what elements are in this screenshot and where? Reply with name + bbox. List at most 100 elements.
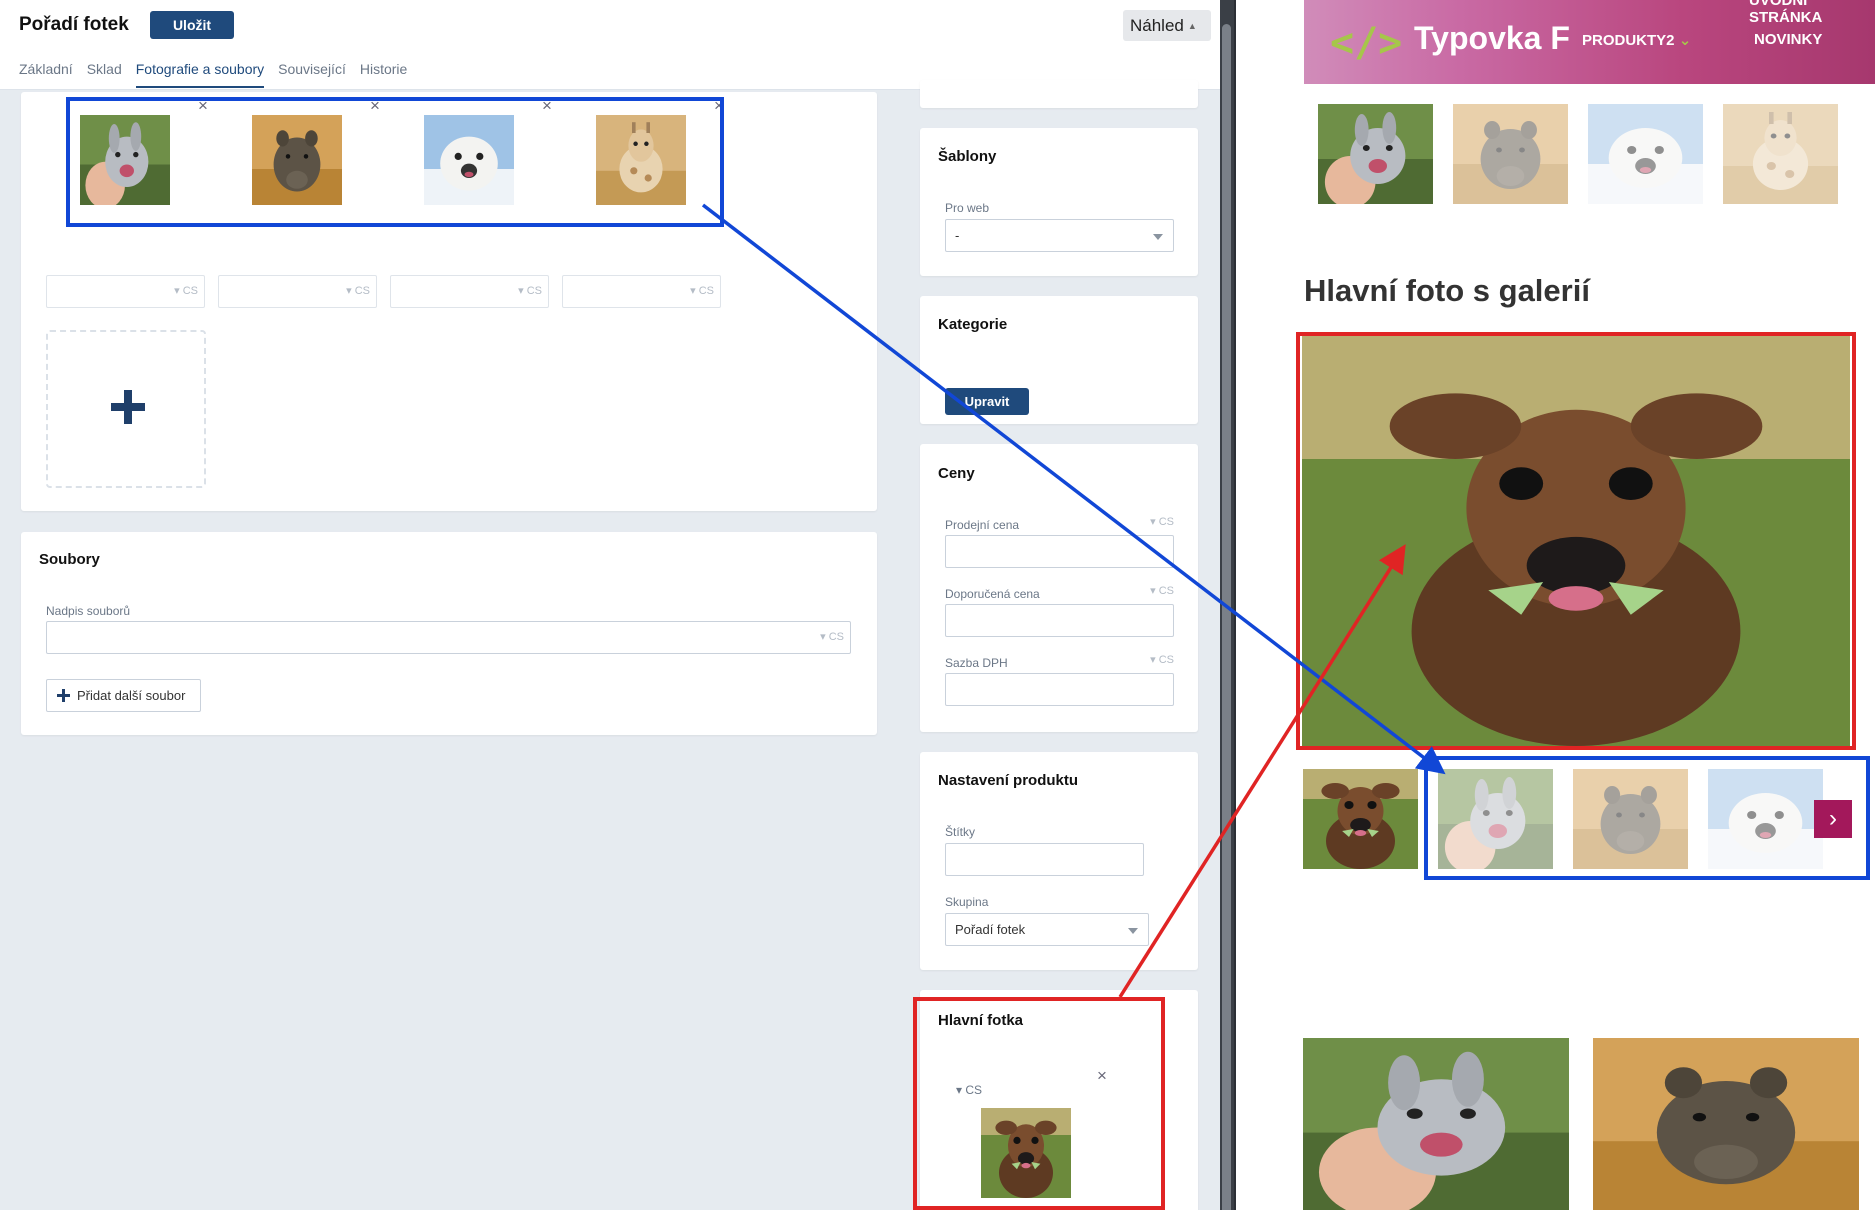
group-label: Skupina [945, 895, 989, 909]
lang-tag: ▾ CS [690, 285, 714, 297]
main-photo-thumb[interactable] [981, 1108, 1071, 1198]
templates-title: Šablony [938, 148, 997, 165]
files-title: Soubory [39, 551, 100, 568]
sale-price-label: Prodejní cena [945, 518, 1020, 532]
prices-title: Ceny [938, 465, 975, 482]
recommended-price-input[interactable] [945, 604, 1174, 637]
web-preview-pane: </> Typovka F ÚVODNÍ STRÁNKA PRODUKTY2 ⌄… [1236, 0, 1875, 1210]
scrollbar-thumb[interactable] [1222, 24, 1231, 1210]
add-file-label: Přidat další soubor [77, 688, 186, 703]
web-template-label: Pro web [945, 201, 990, 215]
tags-input[interactable] [945, 843, 1144, 876]
add-photo-dropzone[interactable] [46, 330, 206, 488]
product-photo-rabbit[interactable] [1303, 1038, 1569, 1210]
main-photo-panel: Hlavní fotka ▾ CS × [920, 990, 1198, 1210]
templates-panel: Šablony Pro web - [920, 128, 1198, 276]
group-value: Pořadí fotek [955, 922, 1026, 937]
add-file-button[interactable]: Přidat další soubor [46, 679, 201, 712]
tab-photos-files[interactable]: Fotografie a soubory [135, 61, 265, 88]
gallery-thumb-giraffe[interactable] [596, 115, 686, 205]
lang-tag-text: CS [182, 285, 198, 297]
lang-tag: ▾ CS [346, 285, 370, 297]
prices-panel: Ceny Prodejní cena ▾ CS Doporučená cena … [920, 444, 1198, 732]
group-select[interactable]: Pořadí fotek [945, 913, 1149, 946]
files-caption-input[interactable]: ▾ CS [46, 621, 851, 654]
product-photo-rhino[interactable] [1593, 1038, 1859, 1210]
main-photo-title: Hlavní fotka [938, 1012, 1024, 1029]
logo-code-icon: </> [1330, 20, 1403, 66]
gallery-caption-field[interactable]: ▾ CS [46, 275, 205, 308]
logo-text[interactable]: Typovka F [1414, 20, 1570, 57]
lang-tag: ▾ CS [820, 631, 844, 643]
tab-basic[interactable]: Základní [19, 61, 73, 88]
carousel-thumb-deer[interactable] [1303, 769, 1418, 869]
gallery-thumb-rhino[interactable] [252, 115, 342, 205]
carousel-thumb-seal[interactable] [1708, 769, 1823, 869]
product-settings-panel: Nastavení produktu Štítky Skupina Pořadí… [920, 752, 1198, 970]
save-button[interactable]: Uložit [150, 11, 234, 39]
web-template-select[interactable]: - [945, 219, 1174, 252]
preview-button[interactable]: Náhled ▲ [1123, 10, 1211, 41]
close-icon[interactable]: × [1097, 1066, 1107, 1086]
admin-pane: Pořadí fotek Uložit Náhled ▲ Základní Skl… [0, 0, 1220, 1210]
lang-tag-text: CS [965, 1083, 983, 1097]
web-navbar: </> Typovka F ÚVODNÍ STRÁNKA PRODUKTY2 ⌄… [1304, 0, 1875, 84]
gallery-heading: Hlavní foto s galerií [1304, 273, 1590, 308]
lang-tag: ▾ CS [518, 285, 542, 297]
product-settings-title: Nastavení produktu [938, 772, 1079, 789]
edit-category-button[interactable]: Upravit [945, 388, 1029, 415]
lang-tag-text: CS [1158, 654, 1174, 666]
lang-tag: ▾ CS [174, 285, 198, 297]
main-photo-large[interactable] [1302, 336, 1850, 746]
tab-related[interactable]: Související [278, 61, 346, 88]
lang-tag: ▾ CS [1150, 516, 1174, 528]
files-panel: Soubory Nadpis souborů ▾ CS Přidat další… [21, 532, 877, 735]
close-icon[interactable]: × [542, 96, 552, 116]
nav-link-products-label: PRODUKTY2 [1582, 32, 1675, 49]
chevron-down-icon [1128, 928, 1138, 934]
close-icon[interactable]: × [370, 96, 380, 116]
top-panel-stub [920, 80, 1198, 108]
gallery-caption-field[interactable]: ▾ CS [562, 275, 721, 308]
vat-input[interactable] [945, 673, 1174, 706]
close-icon[interactable]: × [714, 96, 724, 116]
close-icon[interactable]: × [198, 96, 208, 116]
chevron-down-icon: ⌄ [1678, 32, 1692, 49]
chevron-down-icon [1153, 234, 1163, 240]
lang-tag: ▾ CS [956, 1083, 983, 1097]
web-thumb-rabbit[interactable] [1318, 104, 1433, 204]
vat-label: Sazba DPH [945, 656, 1008, 670]
gallery-caption-field[interactable]: ▾ CS [218, 275, 377, 308]
lang-tag-text: CS [1158, 585, 1174, 597]
gallery-panel: × × × × ▾ CS ▾ CS ▾ CS ▾ CS [21, 92, 877, 511]
web-thumb-giraffe[interactable] [1723, 104, 1838, 204]
lang-tag-text: CS [698, 285, 714, 297]
lang-tag-text: CS [526, 285, 542, 297]
carousel-thumb-rabbit[interactable] [1438, 769, 1553, 869]
lang-tag: ▾ CS [1150, 654, 1174, 666]
preview-label: Náhled [1130, 15, 1184, 35]
plus-icon [111, 390, 145, 424]
tab-bar: Základní Sklad Fotografie a soubory Souv… [19, 61, 421, 88]
category-panel: Kategorie Upravit [920, 296, 1198, 424]
carousel-next-button[interactable]: › [1814, 800, 1852, 838]
lang-tag-text: CS [354, 285, 370, 297]
nav-link-home[interactable]: ÚVODNÍ STRÁNKA [1749, 0, 1875, 26]
web-thumb-rhino[interactable] [1453, 104, 1568, 204]
lang-tag-text: CS [1158, 516, 1174, 528]
tab-history[interactable]: Historie [360, 61, 407, 88]
web-thumb-seal[interactable] [1588, 104, 1703, 204]
caret-up-icon: ▲ [1187, 21, 1197, 32]
sale-price-input[interactable] [945, 535, 1174, 568]
nav-link-products[interactable]: PRODUKTY2 ⌄ [1582, 31, 1691, 49]
gallery-caption-field[interactable]: ▾ CS [390, 275, 549, 308]
tab-stock[interactable]: Sklad [87, 61, 122, 88]
web-template-value: - [955, 228, 960, 243]
tags-label: Štítky [945, 825, 976, 839]
plus-icon [57, 689, 70, 702]
recommended-price-label: Doporučená cena [945, 587, 1040, 601]
gallery-thumb-rabbit[interactable] [80, 115, 170, 205]
gallery-thumb-seal[interactable] [424, 115, 514, 205]
nav-link-news[interactable]: NOVINKY [1754, 31, 1822, 48]
carousel-thumb-rhino[interactable] [1573, 769, 1688, 869]
